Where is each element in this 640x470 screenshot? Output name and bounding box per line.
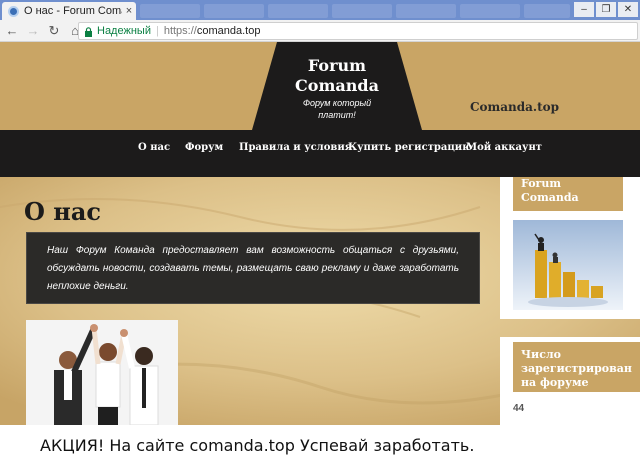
sidebar-registered-title: Число зарегистрирован на форуме [513, 342, 640, 392]
back-icon[interactable]: ← [3, 22, 21, 40]
background-tab[interactable] [204, 4, 264, 18]
nav-item-about[interactable]: О нас [138, 142, 170, 153]
main-nav: О нас Форум Правила и условия Купить рег… [0, 130, 640, 177]
sidebar-widget-forum: Forum Comanda [500, 177, 640, 319]
url-scheme: https:// [163, 25, 197, 37]
window-controls: – ❐ ✕ [574, 2, 638, 17]
nav-item-my-account[interactable]: Мой аккаунт [466, 142, 542, 153]
site-logo[interactable]: Forum Comanda [252, 56, 422, 96]
omnibox-separator: | [155, 25, 159, 37]
team-photo [26, 320, 178, 425]
reload-icon[interactable]: ↻ [45, 22, 63, 40]
close-window-icon[interactable]: ✕ [618, 2, 638, 17]
background-tab[interactable] [396, 4, 456, 18]
browser-tab[interactable]: О нас - Forum Comanda × [2, 2, 136, 20]
tab-title: О нас - Forum Comanda [24, 5, 122, 17]
sidebar-widget-title-line2: Comanda [521, 191, 579, 204]
sidebar-registered-title-line1: Число [521, 348, 561, 361]
url-host: comanda.top [196, 25, 261, 37]
tab-close-icon[interactable]: × [122, 5, 136, 17]
background-tab[interactable] [524, 4, 570, 18]
registered-count: 44 [513, 403, 525, 414]
site-domain: Comanda.top [470, 100, 560, 114]
maximize-icon[interactable]: ❐ [596, 2, 616, 17]
browser-tabstrip: О нас - Forum Comanda × – ❐ ✕ [0, 0, 640, 20]
sidebar-registered-title-line2: зарегистрирован [521, 362, 632, 375]
minimize-icon[interactable]: – [574, 2, 594, 17]
background-tab[interactable] [268, 4, 328, 18]
forward-icon[interactable]: → [24, 22, 42, 40]
nav-item-buy-registration[interactable]: Купить регистрацию [348, 142, 472, 153]
logo-title-line2: Comanda [295, 76, 379, 95]
lock-icon [84, 26, 93, 37]
sidebar: Forum Comanda Число зарегистрирован на ф… [500, 177, 640, 425]
background-tab[interactable] [332, 4, 392, 18]
nav-item-rules[interactable]: Правила и условия [239, 142, 352, 153]
sidebar-success-image [513, 220, 623, 310]
nav-item-forum[interactable]: Форум [185, 142, 223, 153]
logo-tagline: Форум который платит! [262, 97, 412, 121]
screenshot: О нас - Forum Comanda × – ❐ ✕ ← → ↻ ⌂ [0, 0, 640, 470]
other-tabs [140, 4, 570, 18]
page-content: О нас Наш Форум Команда предоставляет ва… [0, 177, 640, 425]
page-title: О нас [24, 197, 101, 226]
promo-caption: АКЦИЯ! На сайте comanda.top Успевай зара… [40, 436, 475, 455]
intro-box: Наш Форум Команда предоставляет вам возм… [26, 232, 480, 304]
address-bar[interactable]: Надежный | https:// comanda.top [78, 22, 638, 40]
sidebar-registered-title-line3: на форуме [521, 376, 589, 389]
logo-tagline-line2: платит! [318, 110, 356, 120]
intro-text: Наш Форум Команда предоставляет вам возм… [47, 245, 459, 292]
secure-label: Надежный [97, 25, 151, 37]
logo-tagline-line1: Форум который [302, 98, 372, 108]
sidebar-widget-title: Forum Comanda [513, 177, 623, 211]
logo-title-line1: Forum [307, 56, 367, 75]
browser-toolbar: ← → ↻ ⌂ Надежный | https:// comanda.top [0, 20, 640, 42]
sidebar-widget-title-line1: Forum [521, 177, 561, 190]
background-tab[interactable] [460, 4, 520, 18]
site-header: Forum Comanda Форум который платит! Coma… [0, 42, 640, 130]
site-favicon-icon [8, 5, 19, 17]
background-tab[interactable] [140, 4, 200, 18]
